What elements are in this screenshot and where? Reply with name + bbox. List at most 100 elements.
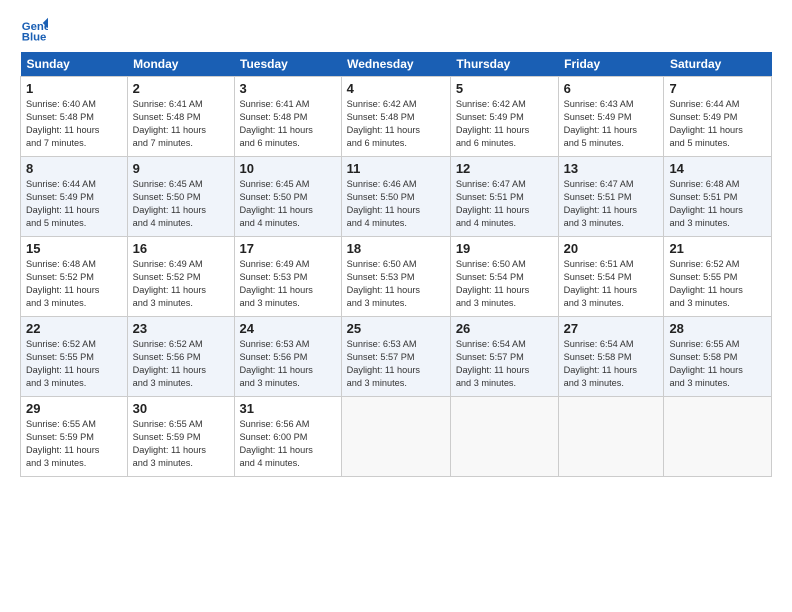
calendar-cell: 20Sunrise: 6:51 AMSunset: 5:54 PMDayligh… bbox=[558, 237, 664, 317]
day-number: 15 bbox=[26, 241, 122, 256]
day-number: 23 bbox=[133, 321, 229, 336]
day-number: 27 bbox=[564, 321, 659, 336]
calendar-cell: 26 Sunrise: 6:54 AMSunset: 5:57 PMDayligh… bbox=[450, 317, 558, 397]
calendar-cell: 12 Sunrise: 6:47 AMSunset: 5:51 PMDayligh… bbox=[450, 157, 558, 237]
day-number: 6 bbox=[564, 81, 659, 96]
calendar-cell: 18 Sunrise: 6:50 AMSunset: 5:53 PMDayligh… bbox=[341, 237, 450, 317]
calendar-row-4: 22 Sunrise: 6:52 AMSunset: 5:55 PMDayligh… bbox=[21, 317, 772, 397]
calendar-cell: 21Sunrise: 6:52 AMSunset: 5:55 PMDayligh… bbox=[664, 237, 772, 317]
day-info: Sunrise: 6:55 AMSunset: 5:59 PMDaylight:… bbox=[26, 419, 99, 468]
calendar-cell: 7 Sunrise: 6:44 AMSunset: 5:49 PMDaylight… bbox=[664, 77, 772, 157]
day-info: Sunrise: 6:45 AMSunset: 5:50 PMDaylight:… bbox=[240, 179, 313, 228]
calendar-table: SundayMondayTuesdayWednesdayThursdayFrid… bbox=[20, 52, 772, 477]
calendar-cell: 22 Sunrise: 6:52 AMSunset: 5:55 PMDayligh… bbox=[21, 317, 128, 397]
day-info: Sunrise: 6:45 AMSunset: 5:50 PMDaylight:… bbox=[133, 179, 206, 228]
calendar-cell bbox=[664, 397, 772, 477]
calendar-cell bbox=[558, 397, 664, 477]
day-number: 11 bbox=[347, 161, 445, 176]
day-info: Sunrise: 6:54 AMSunset: 5:58 PMDaylight:… bbox=[564, 339, 637, 388]
day-number: 31 bbox=[240, 401, 336, 416]
column-header-monday: Monday bbox=[127, 52, 234, 77]
column-header-tuesday: Tuesday bbox=[234, 52, 341, 77]
calendar-cell: 3Sunrise: 6:41 AMSunset: 5:48 PMDaylight… bbox=[234, 77, 341, 157]
day-info: Sunrise: 6:41 AMSunset: 5:48 PMDaylight:… bbox=[240, 99, 313, 148]
column-header-friday: Friday bbox=[558, 52, 664, 77]
day-number: 22 bbox=[26, 321, 122, 336]
day-info: Sunrise: 6:49 AMSunset: 5:52 PMDaylight:… bbox=[133, 259, 206, 308]
calendar-cell: 2 Sunrise: 6:41 AMSunset: 5:48 PMDaylight… bbox=[127, 77, 234, 157]
calendar-cell: 6 Sunrise: 6:43 AMSunset: 5:49 PMDaylight… bbox=[558, 77, 664, 157]
day-info: Sunrise: 6:53 AMSunset: 5:56 PMDaylight:… bbox=[240, 339, 313, 388]
day-number: 10 bbox=[240, 161, 336, 176]
day-info: Sunrise: 6:52 AMSunset: 5:55 PMDaylight:… bbox=[26, 339, 99, 388]
calendar-cell: 28 Sunrise: 6:55 AMSunset: 5:58 PMDayligh… bbox=[664, 317, 772, 397]
day-info: Sunrise: 6:52 AMSunset: 5:56 PMDaylight:… bbox=[133, 339, 206, 388]
day-number: 29 bbox=[26, 401, 122, 416]
calendar-cell: 23 Sunrise: 6:52 AMSunset: 5:56 PMDayligh… bbox=[127, 317, 234, 397]
day-info: Sunrise: 6:40 AMSunset: 5:48 PMDaylight:… bbox=[26, 99, 99, 148]
calendar-cell: 19 Sunrise: 6:50 AMSunset: 5:54 PMDayligh… bbox=[450, 237, 558, 317]
day-info: Sunrise: 6:44 AMSunset: 5:49 PMDaylight:… bbox=[669, 99, 742, 148]
day-number: 25 bbox=[347, 321, 445, 336]
day-info: Sunrise: 6:46 AMSunset: 5:50 PMDaylight:… bbox=[347, 179, 420, 228]
calendar-cell: 14Sunrise: 6:48 AMSunset: 5:51 PMDayligh… bbox=[664, 157, 772, 237]
day-info: Sunrise: 6:51 AMSunset: 5:54 PMDaylight:… bbox=[564, 259, 637, 308]
column-header-wednesday: Wednesday bbox=[341, 52, 450, 77]
calendar-row-1: 1 Sunrise: 6:40 AMSunset: 5:48 PMDaylight… bbox=[21, 77, 772, 157]
day-info: Sunrise: 6:49 AMSunset: 5:53 PMDaylight:… bbox=[240, 259, 313, 308]
column-header-saturday: Saturday bbox=[664, 52, 772, 77]
calendar-cell: 11 Sunrise: 6:46 AMSunset: 5:50 PMDayligh… bbox=[341, 157, 450, 237]
calendar-cell: 13 Sunrise: 6:47 AMSunset: 5:51 PMDayligh… bbox=[558, 157, 664, 237]
day-number: 28 bbox=[669, 321, 766, 336]
day-number: 2 bbox=[133, 81, 229, 96]
day-info: Sunrise: 6:43 AMSunset: 5:49 PMDaylight:… bbox=[564, 99, 637, 148]
day-info: Sunrise: 6:41 AMSunset: 5:48 PMDaylight:… bbox=[133, 99, 206, 148]
day-info: Sunrise: 6:47 AMSunset: 5:51 PMDaylight:… bbox=[456, 179, 529, 228]
calendar-cell: 31 Sunrise: 6:56 AMSunset: 6:00 PMDayligh… bbox=[234, 397, 341, 477]
calendar-cell: 8 Sunrise: 6:44 AMSunset: 5:49 PMDaylight… bbox=[21, 157, 128, 237]
calendar-cell: 17 Sunrise: 6:49 AMSunset: 5:53 PMDayligh… bbox=[234, 237, 341, 317]
day-number: 5 bbox=[456, 81, 553, 96]
day-info: Sunrise: 6:48 AMSunset: 5:52 PMDaylight:… bbox=[26, 259, 99, 308]
calendar-cell: 25 Sunrise: 6:53 AMSunset: 5:57 PMDayligh… bbox=[341, 317, 450, 397]
calendar-cell: 10 Sunrise: 6:45 AMSunset: 5:50 PMDayligh… bbox=[234, 157, 341, 237]
day-number: 14 bbox=[669, 161, 766, 176]
day-info: Sunrise: 6:44 AMSunset: 5:49 PMDaylight:… bbox=[26, 179, 99, 228]
day-info: Sunrise: 6:50 AMSunset: 5:53 PMDaylight:… bbox=[347, 259, 420, 308]
logo: General Blue bbox=[20, 16, 52, 44]
calendar-cell: 29 Sunrise: 6:55 AMSunset: 5:59 PMDayligh… bbox=[21, 397, 128, 477]
day-info: Sunrise: 6:53 AMSunset: 5:57 PMDaylight:… bbox=[347, 339, 420, 388]
day-number: 8 bbox=[26, 161, 122, 176]
day-info: Sunrise: 6:42 AMSunset: 5:48 PMDaylight:… bbox=[347, 99, 420, 148]
calendar-cell bbox=[341, 397, 450, 477]
day-info: Sunrise: 6:42 AMSunset: 5:49 PMDaylight:… bbox=[456, 99, 529, 148]
calendar-row-2: 8 Sunrise: 6:44 AMSunset: 5:49 PMDaylight… bbox=[21, 157, 772, 237]
day-number: 24 bbox=[240, 321, 336, 336]
day-number: 1 bbox=[26, 81, 122, 96]
day-number: 18 bbox=[347, 241, 445, 256]
day-info: Sunrise: 6:50 AMSunset: 5:54 PMDaylight:… bbox=[456, 259, 529, 308]
column-header-sunday: Sunday bbox=[21, 52, 128, 77]
day-info: Sunrise: 6:47 AMSunset: 5:51 PMDaylight:… bbox=[564, 179, 637, 228]
page-container: General Blue SundayMondayTuesdayWednesda… bbox=[0, 0, 792, 487]
day-number: 16 bbox=[133, 241, 229, 256]
day-number: 19 bbox=[456, 241, 553, 256]
calendar-cell: 9Sunrise: 6:45 AMSunset: 5:50 PMDaylight… bbox=[127, 157, 234, 237]
day-info: Sunrise: 6:55 AMSunset: 5:58 PMDaylight:… bbox=[669, 339, 742, 388]
calendar-cell: 5 Sunrise: 6:42 AMSunset: 5:49 PMDaylight… bbox=[450, 77, 558, 157]
day-number: 4 bbox=[347, 81, 445, 96]
day-info: Sunrise: 6:56 AMSunset: 6:00 PMDaylight:… bbox=[240, 419, 313, 468]
logo-icon: General Blue bbox=[20, 16, 48, 44]
day-number: 13 bbox=[564, 161, 659, 176]
header: General Blue bbox=[20, 16, 772, 44]
calendar-row-3: 15 Sunrise: 6:48 AMSunset: 5:52 PMDayligh… bbox=[21, 237, 772, 317]
calendar-cell bbox=[450, 397, 558, 477]
day-number: 17 bbox=[240, 241, 336, 256]
day-number: 7 bbox=[669, 81, 766, 96]
calendar-cell: 1 Sunrise: 6:40 AMSunset: 5:48 PMDaylight… bbox=[21, 77, 128, 157]
calendar-row-5: 29 Sunrise: 6:55 AMSunset: 5:59 PMDayligh… bbox=[21, 397, 772, 477]
day-number: 26 bbox=[456, 321, 553, 336]
day-number: 12 bbox=[456, 161, 553, 176]
calendar-cell: 4 Sunrise: 6:42 AMSunset: 5:48 PMDaylight… bbox=[341, 77, 450, 157]
day-info: Sunrise: 6:54 AMSunset: 5:57 PMDaylight:… bbox=[456, 339, 529, 388]
